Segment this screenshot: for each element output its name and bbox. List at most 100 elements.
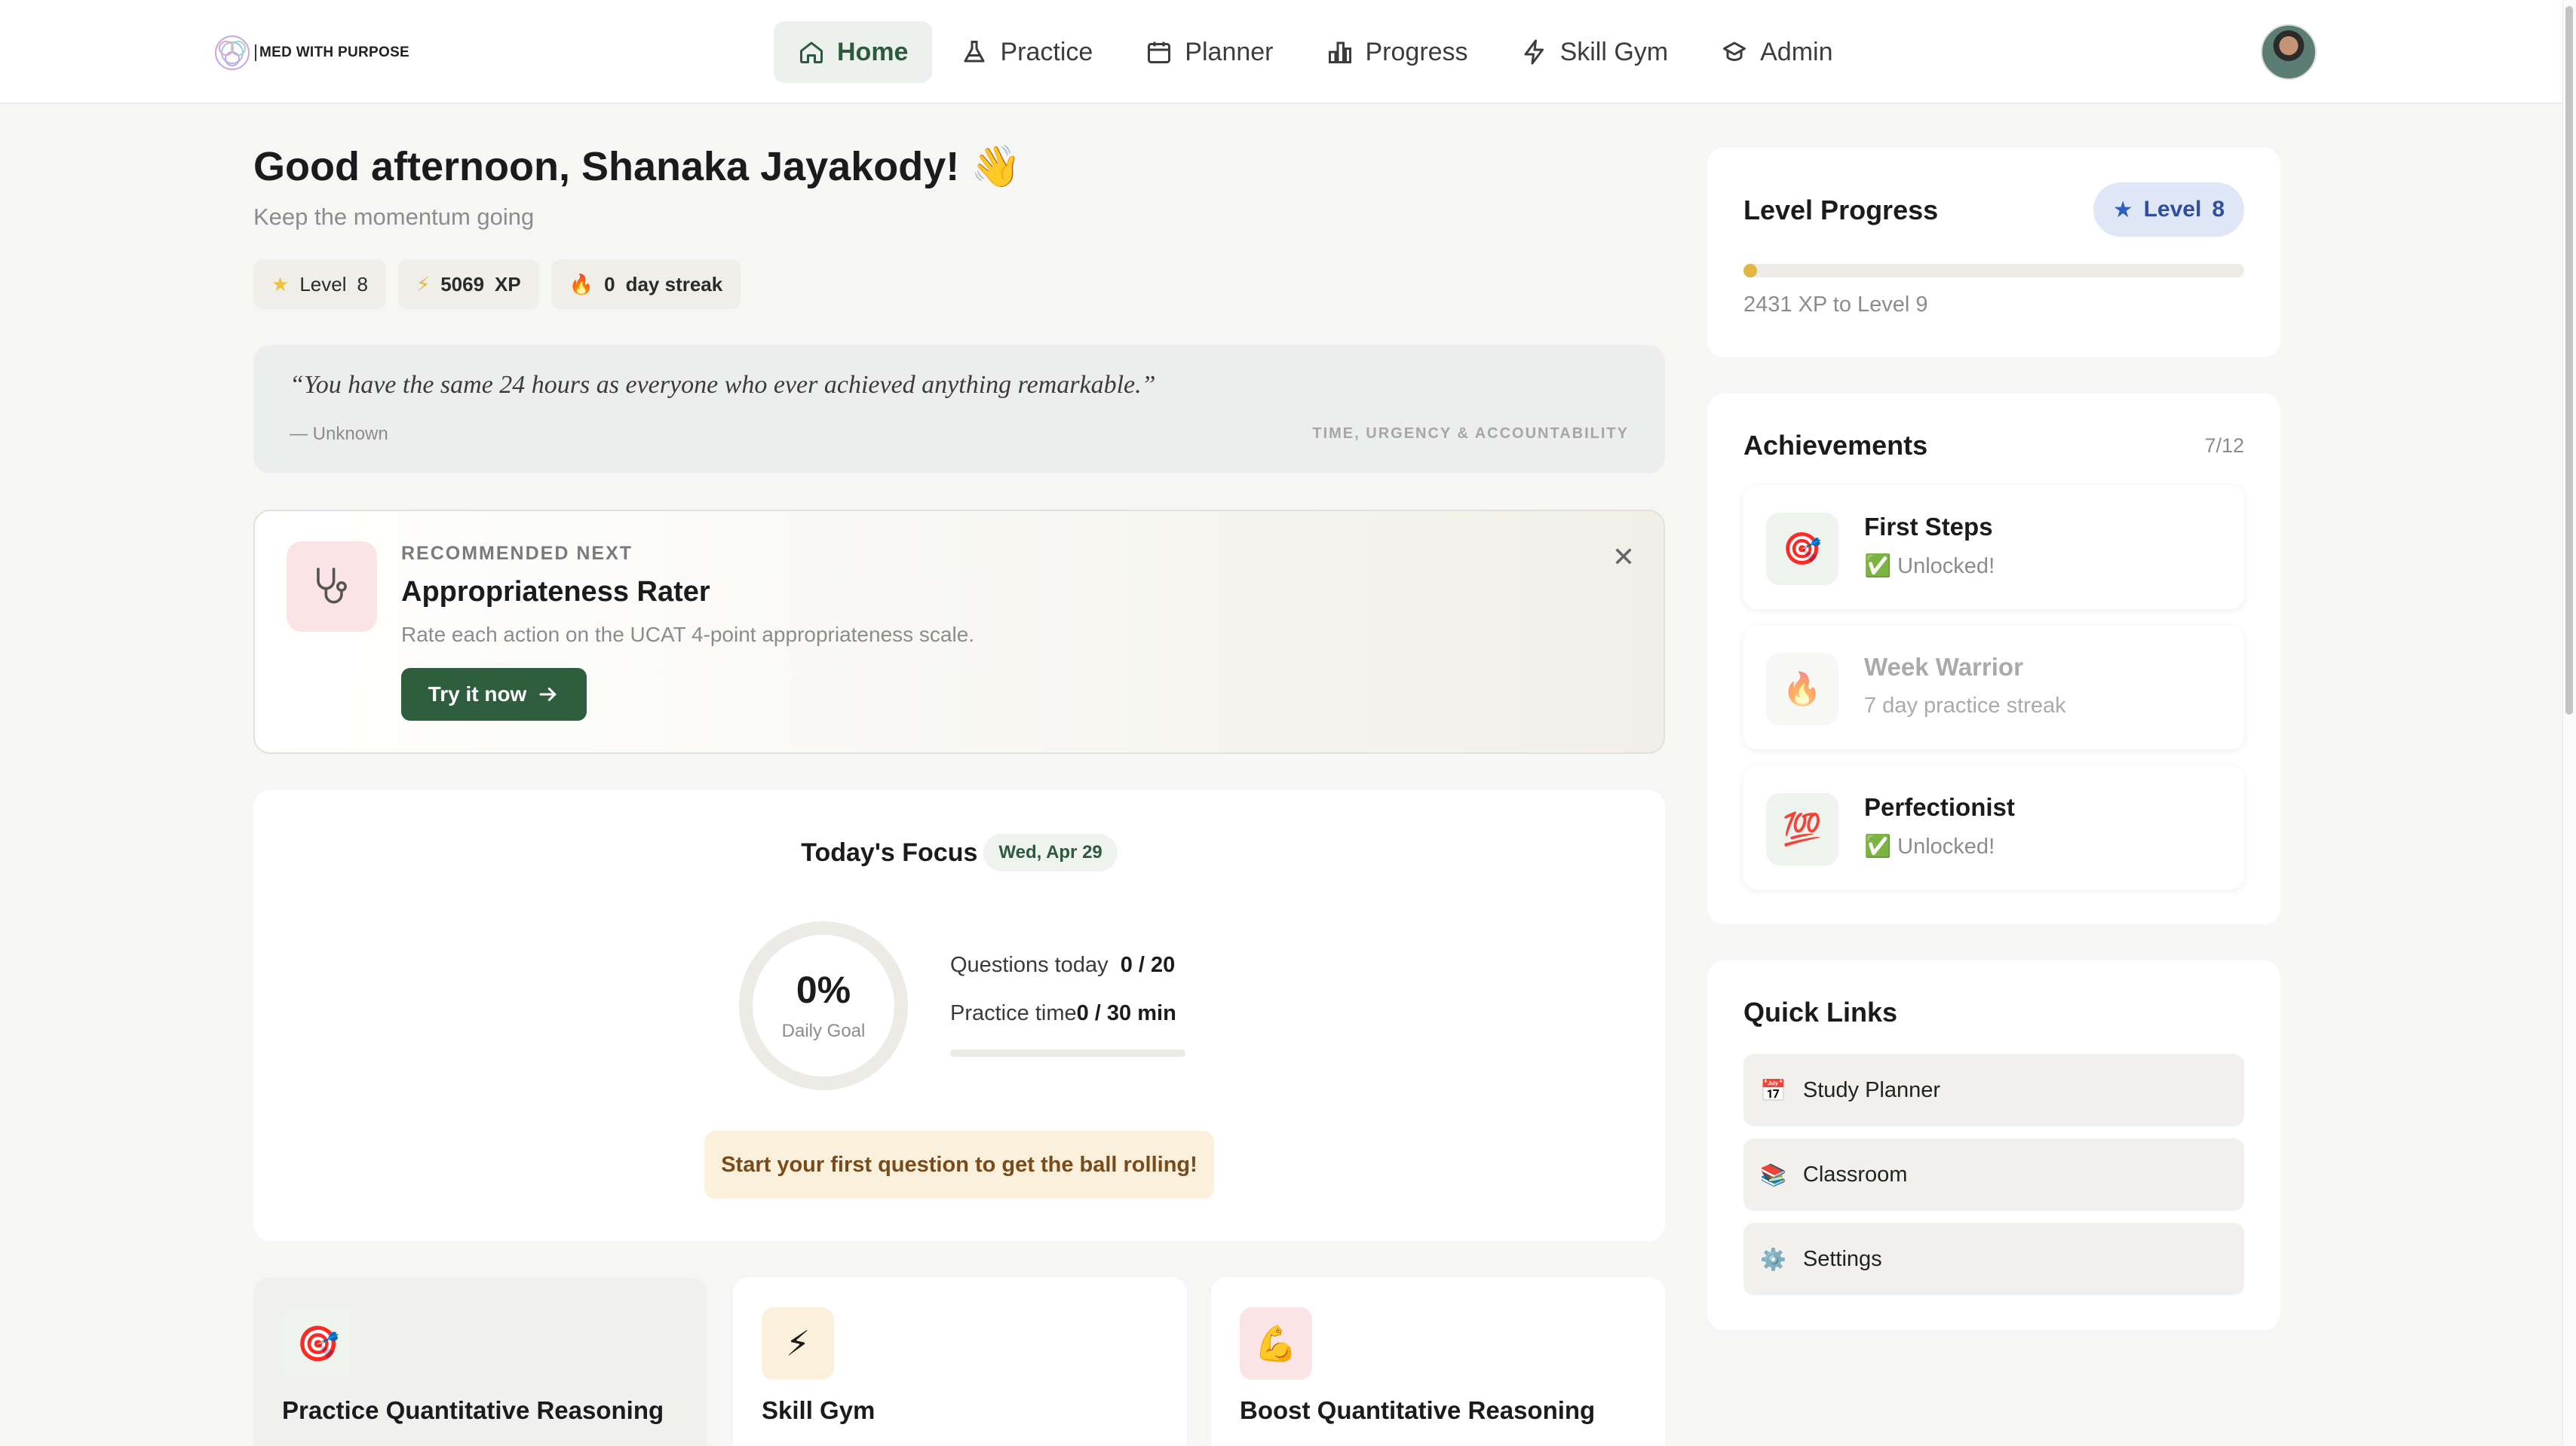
quick-link-label: Study Planner xyxy=(1802,1077,1941,1102)
level-chip-value: 8 xyxy=(357,272,368,296)
boost-qr-tile[interactable]: 💪 Boost Quantitative Reasoning xyxy=(1211,1277,1665,1446)
close-icon[interactable]: ✕ xyxy=(1612,541,1635,573)
nav-home[interactable]: Home xyxy=(774,21,933,83)
flexed-bicep-icon: 💪 xyxy=(1240,1307,1312,1380)
todays-focus-card: Today's Focus Wed, Apr 29 0% Daily Goal … xyxy=(253,790,1665,1241)
fire-icon: 🔥 xyxy=(1766,653,1838,725)
streak-chip-label: day streak xyxy=(625,272,723,296)
practice-qr-tile[interactable]: 🎯 Practice Quantitative Reasoning xyxy=(253,1277,707,1446)
quick-link-classroom[interactable]: 📚 Classroom xyxy=(1743,1138,2244,1211)
gear-icon: ⚙️ xyxy=(1760,1247,1786,1271)
skill-gym-tile[interactable]: ⚡ Skill Gym xyxy=(733,1277,1187,1446)
calendar-icon xyxy=(1148,41,1171,63)
main-nav: Home Practice Planner Progress Skill Gym… xyxy=(774,21,1857,83)
nav-label: Planner xyxy=(1185,37,1274,66)
achievements-count: 7/12 xyxy=(2204,434,2244,457)
try-it-now-button[interactable]: Try it now xyxy=(401,668,587,721)
daily-goal-ring: 0% Daily Goal xyxy=(739,921,908,1090)
star-icon: ★ xyxy=(271,272,290,296)
level-chip-label: Level xyxy=(299,272,347,296)
achievement-name: Week Warrior xyxy=(1864,653,2023,681)
nav-label: Home xyxy=(837,37,909,66)
home-icon xyxy=(800,41,823,63)
nav-label: Admin xyxy=(1760,37,1833,66)
practice-time-value: 0 / 30 min xyxy=(1076,1001,1176,1025)
quote-card: “You have the same 24 hours as everyone … xyxy=(253,345,1665,473)
stethoscope-icon xyxy=(287,541,377,632)
nav-skill-gym[interactable]: Skill Gym xyxy=(1497,21,1693,83)
nav-label: Practice xyxy=(1000,37,1093,66)
scrollbar-thumb[interactable] xyxy=(2565,6,2573,715)
lightning-icon xyxy=(1524,39,1544,65)
level-badge-value: 8 xyxy=(2212,197,2225,222)
lightning-icon: ⚡ xyxy=(762,1307,834,1380)
quick-link-study-planner[interactable]: 📅 Study Planner xyxy=(1743,1054,2244,1126)
arrow-right-icon xyxy=(539,688,557,701)
focus-date-badge: Wed, Apr 29 xyxy=(983,834,1118,872)
level-progress-card: Level Progress ★ Level 8 2431 XP to Leve… xyxy=(1707,148,2280,357)
practice-progress-bar xyxy=(950,1049,1185,1057)
button-label: Try it now xyxy=(428,682,527,706)
achievements-title: Achievements xyxy=(1743,430,1928,461)
quick-link-settings[interactable]: ⚙️ Settings xyxy=(1743,1223,2244,1295)
flask-icon xyxy=(964,41,985,63)
tile-title: Practice Quantitative Reasoning xyxy=(282,1396,664,1424)
practice-time-label: Practice time xyxy=(950,1001,1077,1025)
target-icon: 🎯 xyxy=(1766,513,1838,585)
xp-chip-value: 5069 xyxy=(440,272,485,296)
nav-practice[interactable]: Practice xyxy=(937,21,1117,83)
star-icon: ★ xyxy=(2112,197,2133,222)
achievement-perfectionist[interactable]: 💯 Perfectionist ✅ Unlocked! xyxy=(1743,766,2244,890)
questions-value: 0 / 20 xyxy=(1120,953,1176,977)
achievement-name: First Steps xyxy=(1864,513,1993,541)
books-icon: 📚 xyxy=(1760,1163,1786,1187)
streak-chip: 🔥 0 day streak xyxy=(550,259,741,309)
achievement-status: 7 day practice streak xyxy=(1864,694,2066,718)
quick-link-label: Settings xyxy=(1802,1246,1882,1271)
nav-label: Skill Gym xyxy=(1559,37,1669,66)
achievement-status: ✅ Unlocked! xyxy=(1864,554,1995,578)
questions-label: Questions today xyxy=(950,953,1109,977)
nav-admin[interactable]: Admin xyxy=(1697,21,1857,83)
lightning-icon: ⚡ xyxy=(416,272,431,296)
hundred-points-icon: 💯 xyxy=(1766,793,1838,865)
daily-goal-percent: 0% xyxy=(796,969,851,1011)
user-avatar[interactable] xyxy=(2261,24,2317,80)
brand-logo[interactable]: MED WITH PURPOSE xyxy=(213,33,409,72)
practice-time-stat: Practice time0 / 30 min xyxy=(950,1001,1176,1026)
focus-title: Today's Focus xyxy=(801,838,978,867)
xp-chip: ⚡ 5069 XP xyxy=(397,259,539,309)
achievements-card: Achievements 7/12 🎯 First Steps ✅ Unlock… xyxy=(1707,394,2280,924)
fire-icon: 🔥 xyxy=(569,272,594,296)
tile-title: Boost Quantitative Reasoning xyxy=(1240,1396,1596,1424)
quote-text: “You have the same 24 hours as everyone … xyxy=(290,371,1156,399)
bar-chart-icon xyxy=(1328,41,1351,63)
xp-chip-label: XP xyxy=(495,272,521,296)
quick-links-title: Quick Links xyxy=(1743,997,1898,1028)
level-progress-fill xyxy=(1743,264,1757,277)
recommended-kicker: RECOMMENDED NEXT xyxy=(401,543,633,564)
level-progress-track xyxy=(1743,264,2244,277)
achievement-name: Perfectionist xyxy=(1864,793,2015,821)
questions-today-stat: Questions today 0 / 20 xyxy=(950,953,1175,978)
level-badge-label: Level xyxy=(2143,197,2202,222)
nav-label: Progress xyxy=(1365,37,1468,66)
graduation-cap-icon xyxy=(1723,41,1746,61)
level-chip: ★ Level 8 xyxy=(253,259,386,309)
nav-planner[interactable]: Planner xyxy=(1121,21,1297,83)
level-progress-caption: 2431 XP to Level 9 xyxy=(1743,293,1928,317)
recommended-card: RECOMMENDED NEXT Appropriateness Rater R… xyxy=(253,510,1665,754)
quote-category: TIME, URGENCY & ACCOUNTABILITY xyxy=(1312,425,1629,442)
level-progress-title: Level Progress xyxy=(1743,195,1939,225)
quick-links-card: Quick Links 📅 Study Planner 📚 Classroom … xyxy=(1707,960,2280,1330)
daily-goal-label: Daily Goal xyxy=(781,1021,866,1041)
tile-title: Skill Gym xyxy=(762,1396,876,1424)
nav-progress[interactable]: Progress xyxy=(1302,21,1492,83)
target-icon: 🎯 xyxy=(282,1307,354,1380)
achievement-week-warrior[interactable]: 🔥 Week Warrior 7 day practice streak xyxy=(1743,626,2244,749)
stats-chips: ★ Level 8 ⚡ 5069 XP 🔥 0 day streak xyxy=(253,259,741,309)
achievement-status: ✅ Unlocked! xyxy=(1864,835,1995,859)
focus-header: Today's Focus Wed, Apr 29 xyxy=(253,834,1665,872)
level-badge: ★ Level 8 xyxy=(2093,182,2244,237)
achievement-first-steps[interactable]: 🎯 First Steps ✅ Unlocked! xyxy=(1743,486,2244,609)
